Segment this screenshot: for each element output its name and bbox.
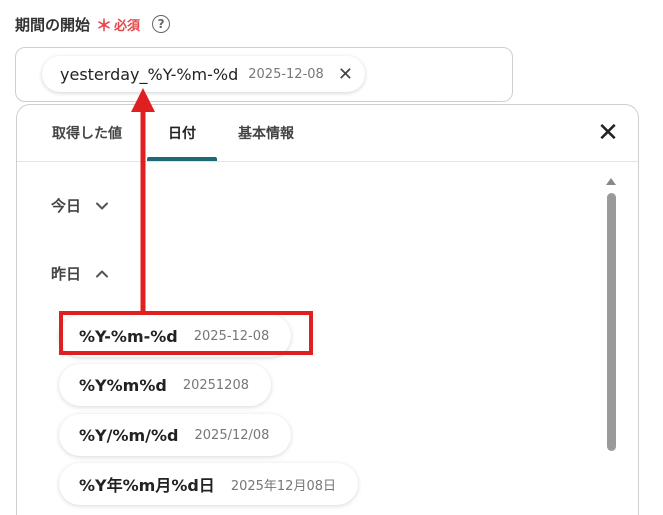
- section-yesterday[interactable]: 昨日: [51, 263, 109, 284]
- chevron-down-icon: [96, 202, 109, 209]
- field-label-text: 期間の開始: [15, 15, 91, 34]
- option-format: %Y%m%d: [79, 375, 167, 395]
- tab-label: 取得した値: [52, 125, 122, 142]
- date-field-panel: 期間の開始 ＊ 必須 ? yesterday_%Y-%m-%d 2025-12-…: [0, 0, 663, 515]
- tab-label: 日付: [168, 125, 196, 142]
- section-label: 昨日: [51, 265, 82, 283]
- option-date: 2025年12月08日: [230, 478, 336, 494]
- scroll-up-arrow-icon[interactable]: [606, 178, 616, 185]
- required-text: 必須: [114, 18, 141, 34]
- scrollbar-thumb[interactable]: [607, 193, 616, 451]
- option-format: %Y/%m/%d: [79, 425, 179, 445]
- required-star: ＊: [96, 16, 113, 35]
- option-date: 2025/12/08: [194, 427, 270, 443]
- help-icon[interactable]: ?: [152, 15, 171, 33]
- chevron-up-icon: [96, 270, 109, 277]
- selected-value-chip[interactable]: yesterday_%Y-%m-%d 2025-12-08 ✕: [42, 56, 365, 92]
- date-format-option[interactable]: %Y年%m月%d日 2025年12月08日: [59, 463, 358, 505]
- tab-fetched-values[interactable]: 取得した値: [52, 105, 122, 160]
- value-picker-dropdown: 取得した値 日付 基本情報 ✕ 今日 昨日 %Y-%m-%d 2025-12-0…: [16, 104, 639, 515]
- chip-remove-icon[interactable]: ✕: [338, 64, 353, 85]
- chip-date: 2025-12-08: [248, 66, 324, 82]
- tab-date[interactable]: 日付: [147, 105, 217, 161]
- annotation-highlight-box: [59, 311, 313, 355]
- field-label: 期間の開始 ＊ 必須 ?: [15, 12, 171, 36]
- date-format-option[interactable]: %Y/%m/%d 2025/12/08: [59, 414, 292, 456]
- option-date: 20251208: [182, 377, 249, 393]
- tab-basic-info[interactable]: 基本情報: [238, 105, 294, 160]
- section-today[interactable]: 今日: [51, 195, 109, 216]
- chip-value: yesterday_%Y-%m-%d: [60, 64, 239, 84]
- value-input[interactable]: yesterday_%Y-%m-%d 2025-12-08 ✕: [15, 47, 513, 102]
- close-icon[interactable]: ✕: [596, 120, 620, 146]
- date-format-option[interactable]: %Y%m%d 20251208: [59, 364, 271, 406]
- tab-label: 基本情報: [238, 125, 294, 142]
- tab-bar: 取得した値 日付 基本情報 ✕: [17, 105, 638, 162]
- section-label: 今日: [51, 197, 82, 215]
- active-tab-indicator: [147, 157, 217, 161]
- option-format: %Y年%m月%d日: [79, 476, 215, 495]
